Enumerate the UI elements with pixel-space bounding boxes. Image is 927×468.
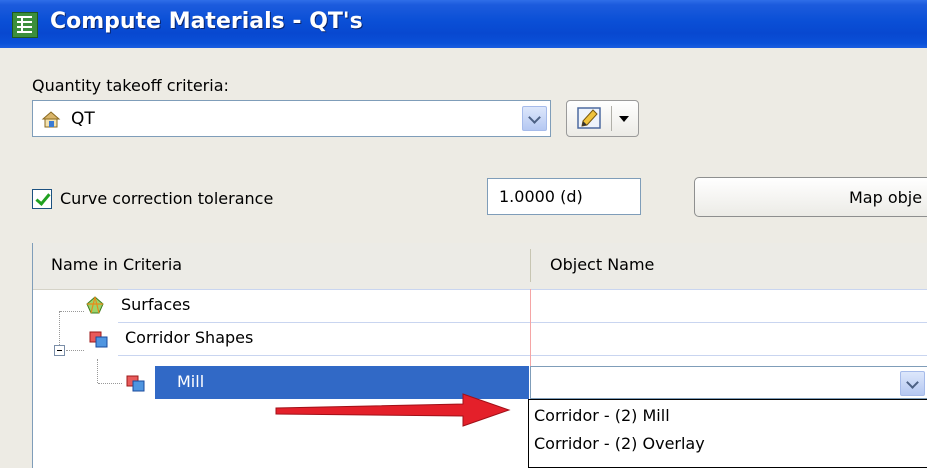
app-icon xyxy=(12,12,38,38)
criteria-table: Name in Criteria Object Name Surfaces Co… xyxy=(32,243,927,468)
map-objects-button[interactable]: Map obje xyxy=(694,177,927,217)
red-arrow-annotation xyxy=(275,393,511,427)
map-objects-label: Map obje xyxy=(849,188,923,207)
chevron-down-icon xyxy=(906,376,919,389)
criteria-select[interactable]: QT xyxy=(32,100,551,137)
dropdown-option[interactable]: Corridor - (2) Overlay xyxy=(534,434,705,453)
collapse-toggle-icon[interactable] xyxy=(54,345,65,356)
criteria-dropdown-button[interactable] xyxy=(522,106,547,131)
chevron-down-icon xyxy=(528,111,541,124)
curve-correction-checkbox[interactable] xyxy=(32,189,52,209)
row-divider xyxy=(118,355,927,356)
tree-line xyxy=(98,383,122,384)
dialog-body: Quantity takeoff criteria: QT Curve corr… xyxy=(0,48,927,468)
surface-icon xyxy=(86,296,104,314)
edit-button-separator xyxy=(611,106,612,131)
column-separator[interactable] xyxy=(530,249,531,282)
title-bar[interactable]: Compute Materials - QT's xyxy=(0,0,927,48)
object-dropdown-button[interactable] xyxy=(900,371,925,396)
window-title: Compute Materials - QT's xyxy=(50,9,363,34)
column-header-name[interactable]: Name in Criteria xyxy=(51,255,182,274)
edit-criteria-button[interactable] xyxy=(566,100,639,137)
tolerance-input[interactable]: 1.0000 (d) xyxy=(487,178,641,215)
table-header: Name in Criteria Object Name xyxy=(33,243,927,290)
tree-line xyxy=(97,359,98,383)
column-header-object[interactable]: Object Name xyxy=(550,255,654,274)
criteria-value: QT xyxy=(71,109,95,129)
object-dropdown-list: Corridor - (2) Mill Corridor - (2) Overl… xyxy=(528,399,927,468)
row-name: Mill xyxy=(177,372,205,391)
edit-pencil-icon xyxy=(577,107,601,129)
corridor-shapes-icon xyxy=(89,331,108,348)
table-body: Surfaces Corridor Shapes Mill Corridor -… xyxy=(33,289,927,468)
row-name: Corridor Shapes xyxy=(125,328,254,347)
row-name: Surfaces xyxy=(121,295,191,314)
curve-correction-label: Curve correction tolerance xyxy=(60,189,274,208)
qt-criteria-icon xyxy=(41,111,61,128)
dropdown-option[interactable]: Corridor - (2) Mill xyxy=(534,406,670,425)
table-row[interactable]: Corridor Shapes xyxy=(33,322,927,356)
object-name-dropdown[interactable] xyxy=(530,366,927,399)
caret-down-icon[interactable] xyxy=(619,116,629,122)
shape-icon xyxy=(126,375,145,392)
criteria-label: Quantity takeoff criteria: xyxy=(32,76,229,95)
table-row[interactable]: Surfaces xyxy=(33,289,927,322)
